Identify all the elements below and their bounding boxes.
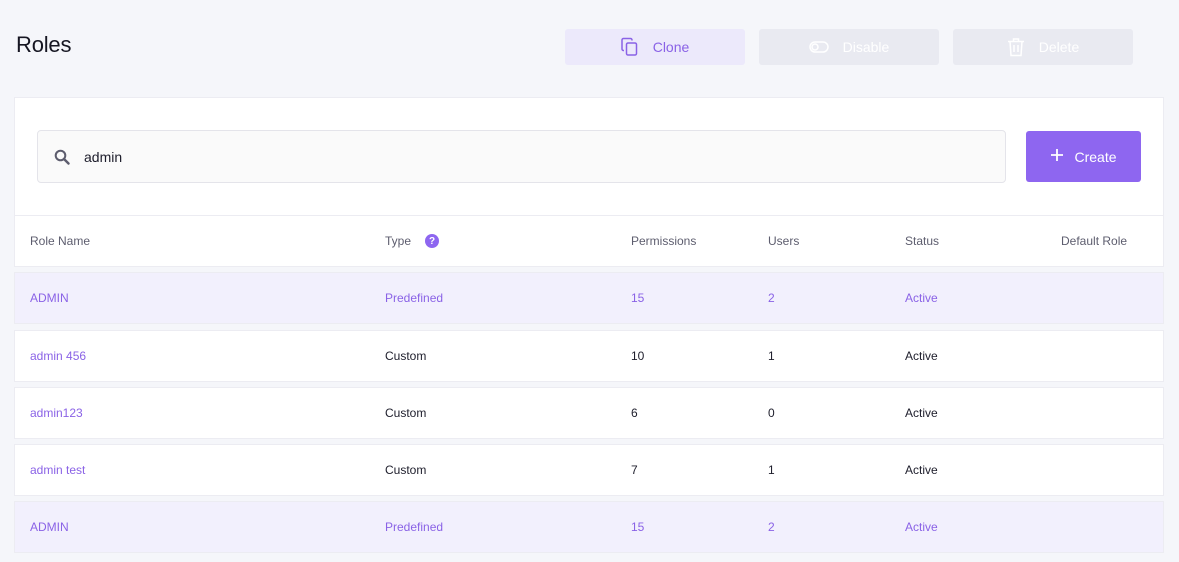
role-type: Custom <box>385 349 427 363</box>
delete-label: Delete <box>1038 39 1080 55</box>
search-input[interactable] <box>84 131 984 182</box>
role-users: 2 <box>768 520 775 534</box>
role-status: Active <box>905 349 938 363</box>
role-users: 1 <box>768 349 775 363</box>
role-users: 1 <box>768 463 775 477</box>
header-type-label: Type <box>385 234 412 248</box>
role-type: Custom <box>385 463 427 477</box>
delete-button[interactable]: Delete <box>953 29 1133 65</box>
table-row[interactable]: ADMIN Predefined 15 2 Active <box>14 501 1164 553</box>
clone-button[interactable]: Clone <box>565 29 745 65</box>
roles-card: Create <box>14 97 1164 216</box>
role-users: 2 <box>768 291 775 305</box>
role-name-link[interactable]: ADMIN <box>30 502 69 552</box>
role-name-link[interactable]: ADMIN <box>30 273 69 323</box>
role-permissions: 15 <box>631 520 645 534</box>
create-button[interactable]: Create <box>1026 131 1141 182</box>
table-row[interactable]: admin123 Custom 6 0 Active <box>14 387 1164 439</box>
table-row[interactable]: admin test Custom 7 1 Active <box>14 444 1164 496</box>
role-permissions: 6 <box>631 406 638 420</box>
header-type[interactable]: Type ? <box>385 216 440 266</box>
role-name-link[interactable]: admin123 <box>30 388 83 438</box>
header-permissions[interactable]: Permissions <box>631 216 696 266</box>
header-default-role[interactable]: Default Role <box>1061 216 1127 266</box>
header-users[interactable]: Users <box>768 216 799 266</box>
toggle-icon <box>808 40 829 54</box>
search-box[interactable] <box>37 130 1006 183</box>
table-header: Role Name Type ? Permissions Users Statu… <box>14 215 1164 267</box>
plus-icon <box>1050 148 1064 165</box>
table-row[interactable]: admin 456 Custom 10 1 Active <box>14 330 1164 382</box>
role-name-link[interactable]: admin 456 <box>30 331 86 381</box>
disable-label: Disable <box>842 39 890 55</box>
role-type: Predefined <box>385 291 444 305</box>
clone-icon <box>620 37 639 57</box>
role-status: Active <box>905 520 938 534</box>
table-row[interactable]: ADMIN Predefined 15 2 Active <box>14 272 1164 324</box>
role-type: Predefined <box>385 520 444 534</box>
create-label: Create <box>1074 148 1117 165</box>
search-icon <box>54 149 70 170</box>
trash-icon <box>1007 37 1025 57</box>
header-status[interactable]: Status <box>905 216 939 266</box>
role-status: Active <box>905 463 938 477</box>
header-role-name[interactable]: Role Name <box>30 216 90 266</box>
role-name-link[interactable]: admin test <box>30 445 85 495</box>
role-users: 0 <box>768 406 775 420</box>
help-icon[interactable]: ? <box>425 234 440 248</box>
role-type: Custom <box>385 406 427 420</box>
role-status: Active <box>905 291 938 305</box>
clone-label: Clone <box>652 39 690 55</box>
role-status: Active <box>905 406 938 420</box>
role-permissions: 15 <box>631 291 645 305</box>
page-title: Roles <box>16 32 72 57</box>
role-permissions: 7 <box>631 463 638 477</box>
disable-button[interactable]: Disable <box>759 29 939 65</box>
role-permissions: 10 <box>631 349 645 363</box>
